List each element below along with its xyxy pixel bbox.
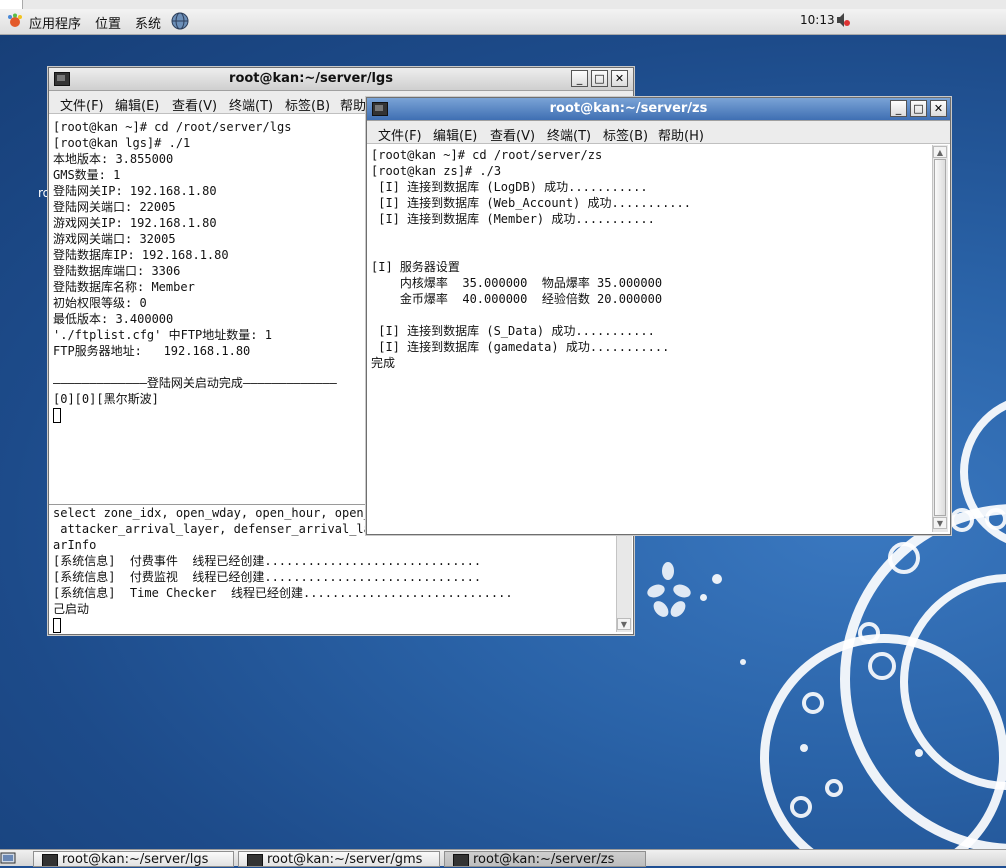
taskbar: root@kan:~/server/lgs root@kan:~/server/…: [0, 849, 1006, 867]
network-globe-icon[interactable]: [170, 11, 190, 34]
terminal-line: [I] 连接到数据库 (LogDB) 成功...........: [371, 180, 648, 194]
menubar: 文件(F) 编辑(E) 查看(V) 终端(T) 标签(B) 帮助(H): [367, 121, 950, 144]
scrollbar[interactable]: ▼: [616, 534, 632, 632]
minimize-button[interactable]: _: [890, 100, 907, 117]
maximize-button[interactable]: □: [910, 100, 927, 117]
close-button[interactable]: ✕: [930, 100, 947, 117]
terminal-line: [I] 连接到数据库 (Member) 成功...........: [371, 212, 655, 226]
terminal-icon: [453, 854, 469, 866]
terminal-line: [I] 连接到数据库 (gamedata) 成功...........: [371, 340, 670, 354]
terminal-line: [root@kan zs]# ./3: [371, 164, 502, 178]
gnome-foot-icon[interactable]: [6, 13, 24, 32]
scroll-down-icon[interactable]: ▼: [617, 618, 631, 630]
titlebar[interactable]: root@kan:~/server/zs _ □ ✕: [367, 98, 950, 121]
show-desktop-icon[interactable]: [0, 852, 18, 865]
window-title: root@kan:~/server/zs: [549, 101, 708, 116]
menu-file[interactable]: 文件(F): [60, 95, 104, 114]
titlebar[interactable]: root@kan:~/server/lgs _ □ ✕: [49, 68, 633, 91]
terminal-line: 金币爆率 40.000000 经验倍数 20.000000: [371, 292, 663, 306]
terminal-cursor-line: [53, 617, 613, 633]
menu-applications[interactable]: 应用程序: [29, 13, 81, 32]
volume-icon[interactable]: [836, 12, 850, 32]
top-panel: 应用程序 位置 系统 10:13: [0, 9, 1006, 35]
menu-system[interactable]: 系统: [135, 13, 161, 32]
menu-help[interactable]: 帮助(H): [658, 125, 704, 144]
terminal-icon: [42, 854, 58, 866]
terminal-line: 内核爆率 35.000000 物品爆率 35.000000: [371, 276, 663, 290]
terminal-line: [系统信息] 付费监视 线程已经创建......................…: [53, 570, 482, 584]
menu-file[interactable]: 文件(F): [378, 125, 422, 144]
close-button[interactable]: ✕: [611, 70, 628, 87]
menu-terminal[interactable]: 终端(T): [229, 95, 273, 114]
text-cursor: [53, 408, 61, 423]
menu-edit[interactable]: 编辑(E): [115, 95, 159, 114]
terminal-line: [系统信息] 付费事件 线程已经创建......................…: [53, 554, 482, 568]
terminal-line: 完成: [371, 356, 396, 370]
scroll-up-icon[interactable]: ▲: [933, 146, 947, 158]
terminal-line: [I] 连接到数据库 (S_Data) 成功...........: [371, 324, 655, 338]
terminal-window-zs[interactable]: root@kan:~/server/zs _ □ ✕ 文件(F) 编辑(E) 查…: [366, 97, 951, 535]
scroll-down-icon[interactable]: ▼: [933, 517, 947, 529]
clock[interactable]: 10:13: [800, 13, 835, 27]
maximize-button[interactable]: □: [591, 70, 608, 87]
terminal-line: [root@kan ~]# cd /root/server/zs: [371, 148, 603, 162]
terminal-icon: [247, 854, 263, 866]
menu-places[interactable]: 位置: [95, 13, 121, 32]
terminal-line: [系统信息] Time Checker 线程已经创建..............…: [53, 586, 513, 600]
scrollbar-thumb[interactable]: [934, 159, 946, 516]
menu-view[interactable]: 查看(V): [172, 95, 217, 114]
minimize-button[interactable]: _: [571, 70, 588, 87]
menu-terminal[interactable]: 终端(T): [547, 125, 591, 144]
window-title: root@kan:~/server/lgs: [229, 71, 393, 86]
terminal-output[interactable]: [root@kan ~]# cd /root/server/zs [root@k…: [371, 147, 929, 531]
menu-view[interactable]: 查看(V): [490, 125, 535, 144]
menu-edit[interactable]: 编辑(E): [433, 125, 477, 144]
menu-tabs[interactable]: 标签(B): [603, 125, 648, 144]
terminal-line: [I] 连接到数据库 (Web_Account) 成功...........: [371, 196, 691, 210]
terminal-line: 己启动: [53, 602, 90, 616]
menu-tabs[interactable]: 标签(B): [285, 95, 330, 114]
terminal-line: [I] 服务器设置: [371, 260, 460, 274]
scrollbar[interactable]: ▲ ▼: [932, 145, 948, 532]
text-cursor: [53, 618, 61, 633]
terminal-line: arInfo: [53, 538, 97, 552]
mini-window-thumb: [0, 0, 23, 9]
